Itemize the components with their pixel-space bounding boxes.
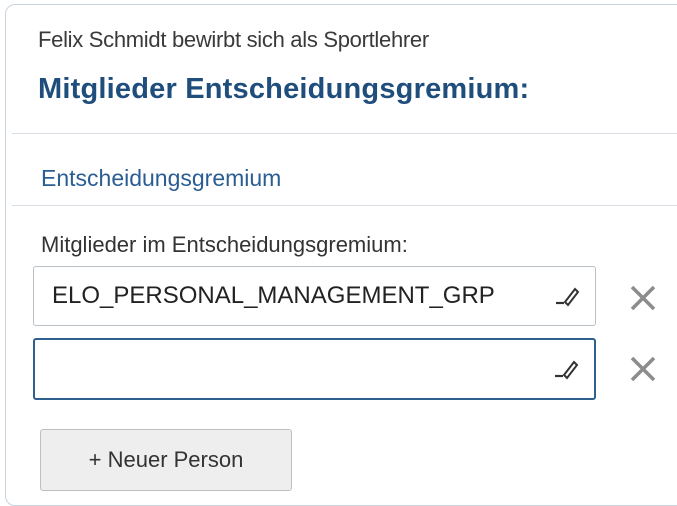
- member-field-1[interactable]: ELO_PERSONAL_MANAGEMENT_GRP: [33, 266, 596, 326]
- remove-member-2-close-icon[interactable]: [626, 352, 660, 386]
- form-subtitle: Felix Schmidt bewirbt sich als Sportlehr…: [38, 27, 429, 52]
- member-field-2[interactable]: [33, 338, 596, 400]
- pencil-icon[interactable]: [552, 354, 580, 382]
- header-divider: [12, 133, 677, 134]
- pencil-icon[interactable]: [553, 281, 581, 309]
- form-title: Mitglieder Entscheidungsgremium:: [38, 73, 530, 105]
- remove-member-1-close-icon[interactable]: [626, 281, 660, 315]
- section-divider: [12, 205, 677, 206]
- add-person-button[interactable]: + Neuer Person: [40, 429, 292, 491]
- section-title: Entscheidungsgremium: [41, 165, 282, 191]
- member-field-1-value: ELO_PERSONAL_MANAGEMENT_GRP: [52, 282, 495, 309]
- members-label: Mitglieder im Entscheidungsgremium:: [41, 232, 408, 257]
